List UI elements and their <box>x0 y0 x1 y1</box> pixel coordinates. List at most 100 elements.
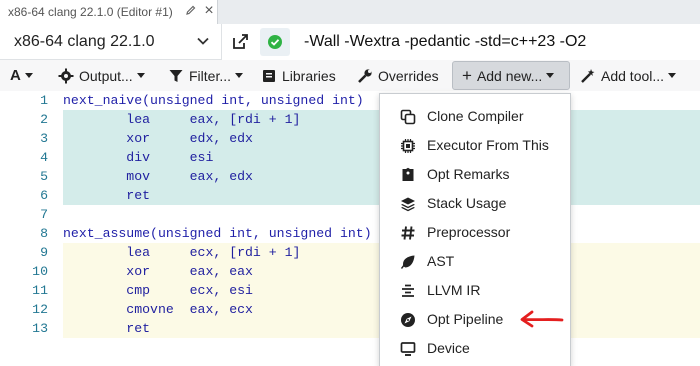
caret-down-icon <box>546 73 555 78</box>
line-number: 13 <box>32 321 48 336</box>
menu-item-label: Opt Remarks <box>427 166 510 182</box>
caret-down-icon <box>24 73 33 78</box>
menu-item-label: LLVM IR <box>427 282 481 298</box>
check-circle-icon <box>268 35 282 49</box>
line-number: 1 <box>40 93 48 108</box>
code-text: div esi <box>63 150 214 165</box>
overrides-button[interactable]: Overrides <box>357 60 447 91</box>
hashtag-icon <box>401 226 415 240</box>
compass-icon <box>401 313 415 327</box>
compiler-bar: x86-64 clang 22.1.0 <box>0 24 700 61</box>
code-text: lea eax, [rdi + 1] <box>63 112 301 127</box>
line-number: 10 <box>32 264 48 279</box>
monitor-icon <box>400 342 416 356</box>
compiler-name: x86-64 clang 22.1.0 <box>14 32 155 50</box>
code-line: 12 cmovne eax, ecx <box>0 300 700 319</box>
menu-item-label: Clone Compiler <box>427 108 524 124</box>
output-button[interactable]: Output... <box>58 60 154 91</box>
font-icon: A <box>10 67 21 84</box>
add-new-label: Add new... <box>476 67 543 84</box>
code-text: cmovne eax, ecx <box>63 302 253 317</box>
libraries-button[interactable]: Libraries <box>261 60 343 91</box>
compiler-flags-input[interactable] <box>296 24 700 60</box>
menu-item-label: Stack Usage <box>427 195 507 211</box>
code-text: xor eax, eax <box>63 264 253 279</box>
asm-output-editor[interactable]: 1 next_naive(unsigned int, unsigned int)… <box>0 91 700 366</box>
caret-down-icon <box>136 73 145 78</box>
output-label: Output... <box>79 67 133 84</box>
chevron-down-icon <box>197 37 209 45</box>
code-text: mov eax, edx <box>63 169 253 184</box>
pencil-icon[interactable] <box>184 4 198 18</box>
plus-icon: + <box>462 65 472 85</box>
menu-item-label: Opt Pipeline <box>427 311 504 327</box>
filter-button[interactable]: Filter... <box>168 60 246 91</box>
code-line: 7 <box>0 205 700 224</box>
menu-item-label: Executor From This <box>427 137 549 153</box>
remarks-icon <box>402 167 414 181</box>
close-icon[interactable]: × <box>202 3 216 19</box>
compiler-select[interactable]: x86-64 clang 22.1.0 <box>0 24 222 60</box>
code-line: 8 next_assume(unsigned int, unsigned int… <box>0 224 700 243</box>
code-text: xor edx, edx <box>63 131 253 146</box>
filter-label: Filter... <box>189 67 232 84</box>
menu-item-label: Preprocessor <box>427 224 511 240</box>
compile-status-button[interactable] <box>260 28 290 56</box>
code-line: 9 lea ecx, [rdi + 1] <box>0 243 700 262</box>
menu-item-clone-compiler[interactable]: Clone Compiler <box>380 102 570 131</box>
code-line: 2 lea eax, [rdi + 1] <box>0 110 700 129</box>
filter-icon <box>169 69 183 82</box>
menu-item-stack-usage[interactable]: Stack Usage <box>380 189 570 218</box>
code-text: cmp ecx, esi <box>63 283 253 298</box>
code-line: 4 div esi <box>0 148 700 167</box>
line-number: 9 <box>40 245 48 260</box>
code-text: next_naive(unsigned int, unsigned int) <box>63 93 364 108</box>
code-line: 10 xor eax, eax <box>0 262 700 281</box>
caret-down-icon <box>668 73 677 78</box>
line-number: 7 <box>40 207 48 222</box>
tab-compiler-editor[interactable]: x86-64 clang 22.1.0 (Editor #1) × <box>0 0 218 24</box>
code-line: 1 next_naive(unsigned int, unsigned int) <box>0 91 700 110</box>
popout-button[interactable] <box>228 30 254 54</box>
gear-icon <box>58 68 74 83</box>
code-text: next_assume(unsigned int, unsigned int) <box>63 226 372 241</box>
line-number: 8 <box>40 226 48 241</box>
menu-item-ast[interactable]: AST <box>380 247 570 276</box>
book-icon <box>263 69 275 82</box>
line-number: 12 <box>32 302 48 317</box>
libraries-label: Libraries <box>282 67 336 84</box>
menu-item-opt-remarks[interactable]: Opt Remarks <box>380 160 570 189</box>
compiler-pane: x86-64 clang 22.1.0 (Editor #1) × x86-64… <box>0 0 700 366</box>
add-new-button[interactable]: + Add new... <box>452 61 570 90</box>
line-number: 3 <box>40 131 48 146</box>
layers-icon <box>401 197 415 212</box>
overrides-label: Overrides <box>378 67 439 84</box>
font-size-button[interactable]: A <box>10 60 42 91</box>
code-text: ret <box>63 188 151 203</box>
line-number: 5 <box>40 169 48 184</box>
external-link-icon <box>233 34 248 49</box>
code-line: 11 cmp ecx, esi <box>0 281 700 300</box>
tab-title: x86-64 clang 22.1.0 (Editor #1) <box>8 5 173 19</box>
wrench-icon <box>358 68 372 83</box>
menu-item-executor[interactable]: Executor From This <box>380 131 570 160</box>
caret-down-icon <box>235 73 244 78</box>
clone-icon <box>400 109 416 125</box>
line-number: 11 <box>32 283 48 298</box>
tree-leaf-icon <box>400 255 415 269</box>
code-text: lea ecx, [rdi + 1] <box>63 245 301 260</box>
add-tool-button[interactable]: Add tool... <box>580 60 692 91</box>
line-number: 2 <box>40 112 48 127</box>
add-tool-label: Add tool... <box>601 67 665 84</box>
menu-item-preprocessor[interactable]: Preprocessor <box>380 218 570 247</box>
annotation-arrow <box>520 310 564 328</box>
compiler-toolbar: A Output... Filter... Libraries Override… <box>0 60 700 92</box>
align-center-icon <box>402 284 414 297</box>
tab-bar: x86-64 clang 22.1.0 (Editor #1) × <box>0 0 700 25</box>
menu-item-device[interactable]: Device <box>380 334 570 363</box>
code-line: 6 ret <box>0 186 700 205</box>
menu-item-label: Device <box>427 340 470 356</box>
code-line: 5 mov eax, edx <box>0 167 700 186</box>
menu-item-llvm-ir[interactable]: LLVM IR <box>380 276 570 305</box>
code-line: 13 ret <box>0 319 700 338</box>
